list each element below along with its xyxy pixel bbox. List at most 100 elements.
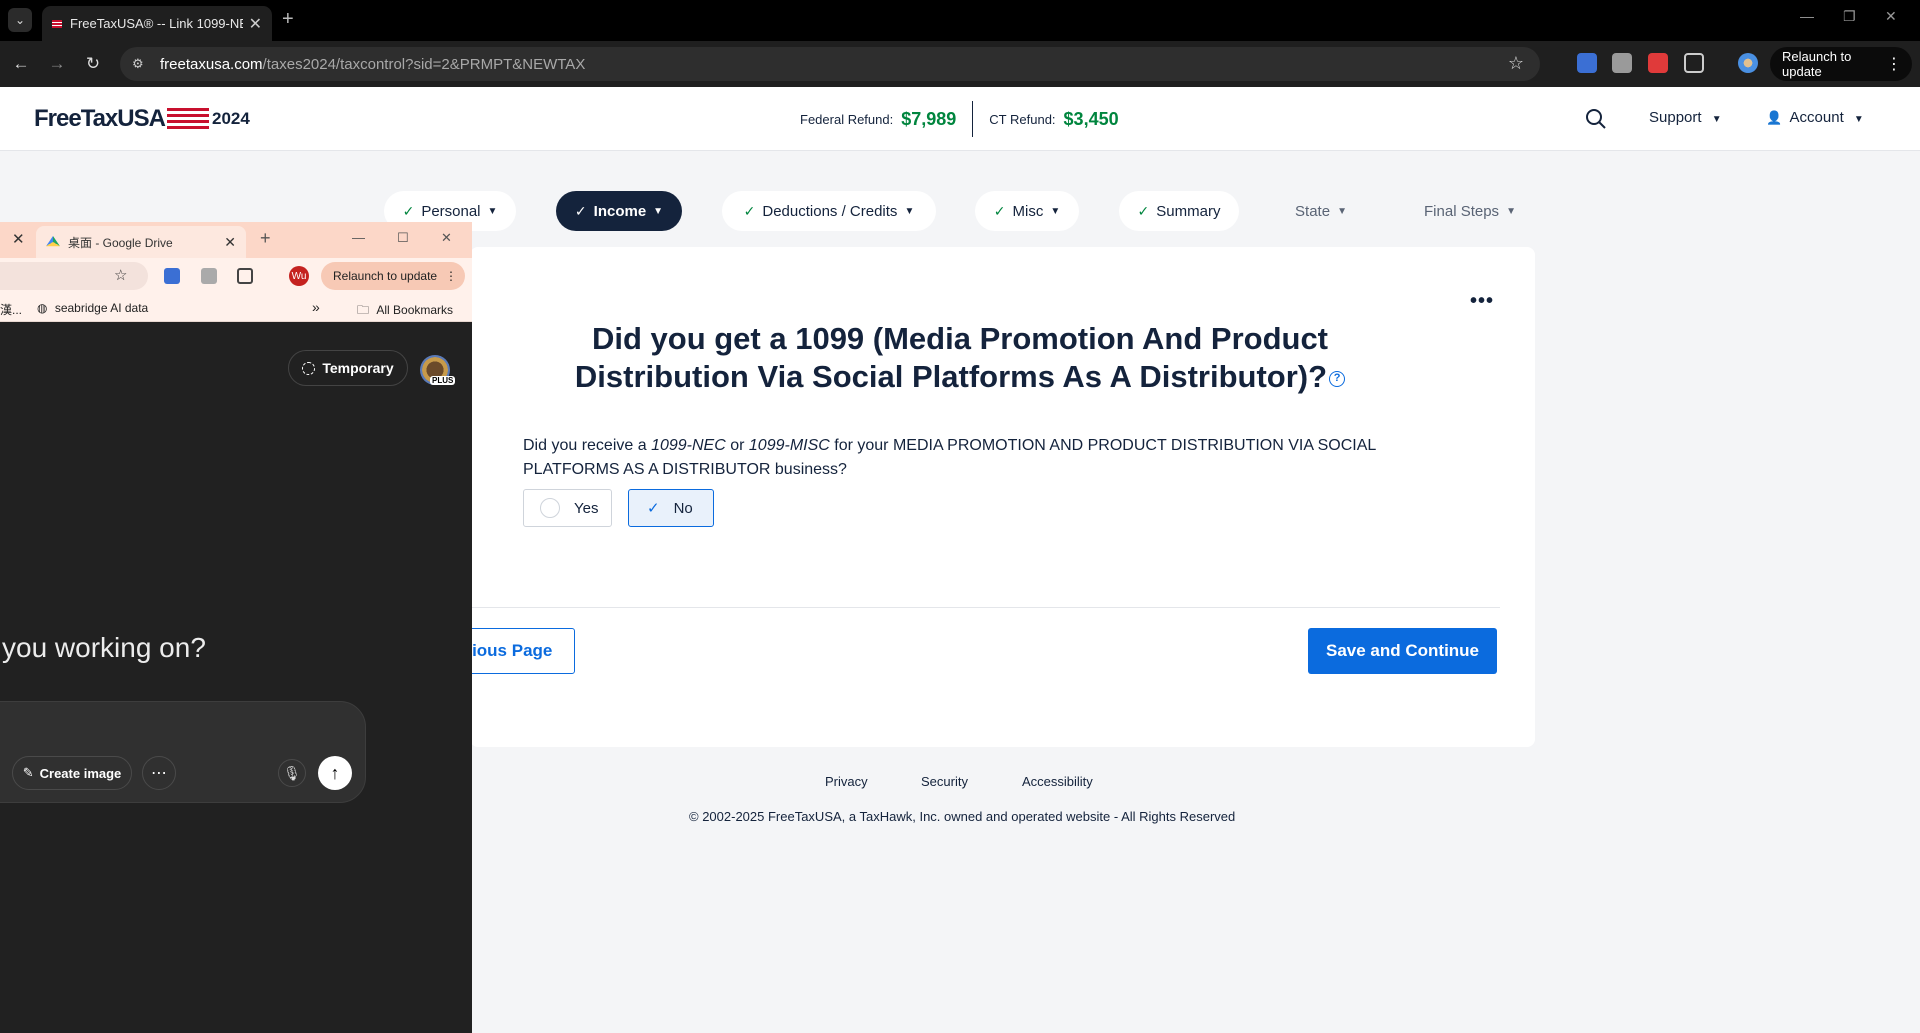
browser-tab-freetaxusa[interactable]: FreeTaxUSA® -- Link 1099-NEC ✕ — [42, 6, 272, 41]
translate-extension-icon[interactable] — [164, 268, 180, 284]
bookmarks-bar: 漢... ◍ seabridge AI data » 🗀 All Bookmar… — [0, 294, 472, 322]
federal-refund-label: Federal Refund: — [800, 111, 894, 127]
browser-tab-google-drive[interactable]: 桌面 - Google Drive ✕ — [36, 226, 246, 258]
url-path: /taxes2024/taxcontrol?sid=2&PRMPT&NEWTAX — [262, 55, 586, 73]
step-label: Final Steps — [1424, 202, 1500, 220]
step-final-steps[interactable]: Final Steps ▼ — [1415, 191, 1525, 231]
no-option[interactable]: ✓ No — [628, 489, 714, 527]
accessibility-link[interactable]: Accessibility — [1022, 774, 1093, 789]
refund-divider — [972, 101, 974, 137]
back-icon[interactable]: ← — [8, 51, 34, 77]
forward-icon[interactable]: → — [44, 51, 70, 77]
bookmark-star-icon[interactable]: ☆ — [1508, 53, 1524, 74]
refund-summary: Federal Refund: $7,989 CT Refund: $3,450 — [800, 101, 1119, 137]
maximize-icon[interactable]: ☐ — [397, 230, 409, 246]
step-income[interactable]: ✓ Income ▼ — [556, 191, 682, 231]
relaunch-to-update-button[interactable]: Relaunch to update ⋮ — [1770, 47, 1912, 81]
profile-avatar-icon[interactable]: Wu — [289, 266, 309, 286]
form-1099-nec-text: 1099-NEC — [651, 437, 726, 454]
extensions-puzzle-icon[interactable] — [1684, 53, 1704, 73]
google-drive-icon — [46, 236, 60, 247]
help-icon[interactable]: ? — [1329, 370, 1346, 387]
browser-tab-strip: ⌄ FreeTaxUSA® -- Link 1099-NEC ✕ + — ❐ ✕ — [0, 0, 1920, 41]
check-icon: ✓ — [402, 202, 415, 219]
restore-icon[interactable]: ❐ — [1843, 8, 1856, 25]
close-window-icon[interactable]: ✕ — [1885, 8, 1897, 25]
extension-icon[interactable] — [1612, 53, 1632, 73]
send-arrow-icon[interactable]: ↑ — [318, 756, 352, 790]
step-state[interactable]: State ▼ — [1278, 191, 1364, 231]
bookmarks-overflow-icon[interactable]: » — [312, 299, 320, 315]
relaunch-label: Relaunch to update — [1782, 49, 1852, 79]
state-refund-label: CT Refund: — [989, 111, 1056, 127]
question-title-text: Did you get a 1099 (Media Promotion And … — [574, 321, 1329, 394]
chat-app-content — [0, 322, 472, 1033]
browser-toolbar: ← → ↻ ⚙ freetaxusa.com/taxes2024/taxcont… — [0, 41, 1920, 87]
card-divider — [470, 607, 1500, 608]
pdf-extension-icon[interactable] — [1648, 53, 1668, 73]
temporary-chat-button[interactable]: Temporary — [288, 350, 408, 386]
extensions-puzzle-icon[interactable] — [237, 268, 253, 284]
relaunch-to-update-button[interactable]: Relaunch to update ⋮ — [321, 262, 465, 290]
bookmark-star-icon[interactable]: ☆ — [114, 266, 127, 284]
address-bar[interactable]: ⚙ freetaxusa.com/taxes2024/taxcontrol?si… — [120, 47, 1540, 81]
browser-menu-icon[interactable]: ⋮ — [445, 269, 457, 283]
copyright-text: © 2002-2025 FreeTaxUSA, a TaxHawk, Inc. … — [689, 809, 1236, 824]
support-label: Support — [1649, 109, 1702, 126]
all-bookmarks-label: All Bookmarks — [376, 303, 454, 317]
more-options-icon[interactable]: ••• — [1470, 290, 1494, 313]
step-label: Personal — [421, 202, 481, 220]
site-header: FreeTaxUSA 2024 Federal Refund: $7,989 C… — [0, 87, 1920, 151]
freetaxusa-favicon-icon — [52, 19, 62, 28]
check-icon: ✓ — [574, 202, 587, 219]
microphone-icon[interactable]: 🎙 — [278, 759, 306, 787]
all-bookmarks-button[interactable]: 🗀 All Bookmarks — [357, 301, 453, 322]
freetaxusa-logo[interactable]: FreeTaxUSA — [34, 105, 209, 133]
tab-close-icon[interactable]: ✕ — [12, 230, 25, 248]
security-link[interactable]: Security — [921, 774, 968, 789]
chevron-down-icon: ▼ — [653, 205, 664, 217]
bookmark-item-seabridge[interactable]: ◍ seabridge AI data — [37, 301, 148, 315]
tab-close-icon[interactable]: ✕ — [249, 14, 262, 34]
yes-option[interactable]: Yes — [523, 489, 612, 527]
profile-avatar-icon[interactable] — [1738, 53, 1758, 73]
translate-extension-icon[interactable] — [1577, 53, 1597, 73]
new-tab-icon[interactable]: + — [260, 228, 271, 249]
check-icon: ✓ — [647, 500, 660, 517]
minimize-icon[interactable]: — — [352, 230, 365, 245]
support-menu[interactable]: Support ▼ — [1649, 109, 1722, 126]
radio-circle-icon — [540, 498, 560, 518]
step-summary[interactable]: ✓ Summary — [1119, 191, 1239, 231]
yes-label: Yes — [574, 499, 599, 517]
step-label: Deductions / Credits — [762, 202, 898, 220]
bookmark-item[interactable]: 漢... — [0, 301, 22, 318]
folder-icon: 🗀 — [357, 303, 370, 317]
browser-menu-icon[interactable]: ⋮ — [1886, 54, 1902, 74]
chevron-down-icon: ▼ — [1337, 205, 1347, 217]
tab-close-icon[interactable]: ✕ — [224, 234, 236, 251]
step-label: State — [1295, 202, 1331, 220]
search-icon[interactable] — [1584, 107, 1608, 131]
page-title: Did you get a 1099 (Media Promotion And … — [520, 320, 1400, 396]
reload-icon[interactable]: ↻ — [80, 51, 106, 77]
close-window-icon[interactable]: ✕ — [441, 230, 452, 246]
relaunch-label: Relaunch to update — [333, 269, 438, 283]
no-label: No — [673, 499, 693, 517]
globe-icon: ◍ — [37, 301, 48, 315]
check-icon: ✓ — [993, 202, 1006, 219]
step-misc[interactable]: ✓ Misc ▼ — [975, 191, 1079, 231]
step-label: Income — [593, 202, 647, 220]
account-menu[interactable]: 👤 Account ▼ — [1766, 109, 1864, 126]
second-browser-window: ✕ 桌面 - Google Drive ✕ + — ☐ ✕ ☆ Wu Relau… — [0, 222, 472, 1033]
extension-icon[interactable] — [201, 268, 217, 284]
privacy-link[interactable]: Privacy — [825, 774, 868, 789]
minimize-icon[interactable]: — — [1800, 8, 1814, 24]
tab-search-icon[interactable]: ⌄ — [8, 8, 32, 32]
create-image-button[interactable]: ✎ Create image — [12, 756, 132, 790]
step-deductions-credits[interactable]: ✓ Deductions / Credits ▼ — [722, 191, 936, 231]
new-tab-icon[interactable]: + — [282, 8, 294, 31]
save-and-continue-button[interactable]: Save and Continue — [1308, 628, 1497, 674]
more-tools-icon[interactable]: ⋯ — [142, 756, 176, 790]
site-info-icon[interactable]: ⚙ — [132, 56, 148, 72]
temporary-label: Temporary — [322, 360, 394, 376]
